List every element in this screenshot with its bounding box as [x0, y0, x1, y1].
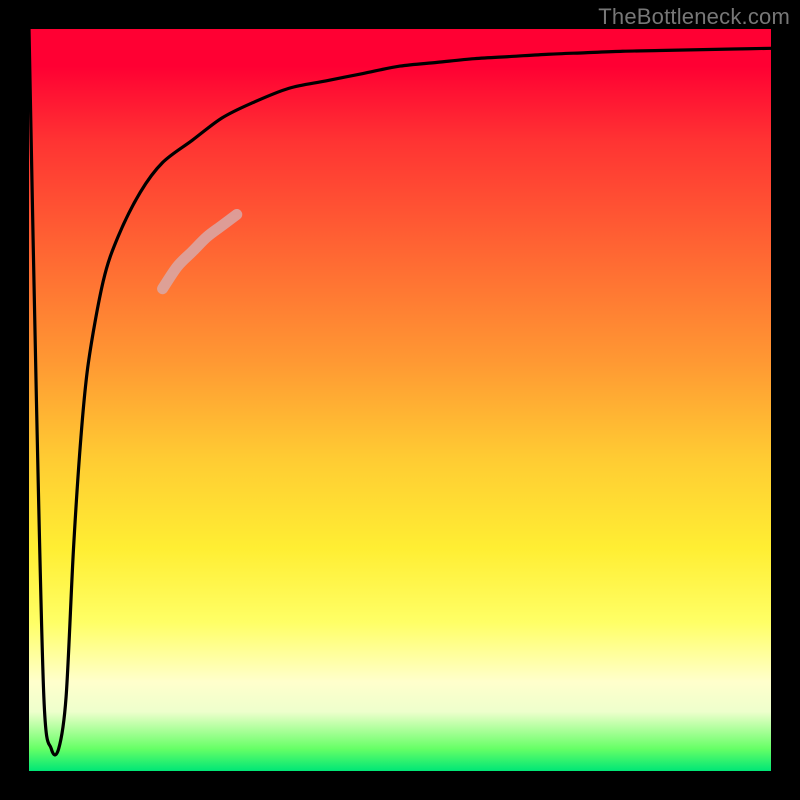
highlight-segment	[163, 215, 237, 289]
chart-container: TheBottleneck.com	[0, 0, 800, 800]
chart-svg	[29, 29, 771, 771]
watermark-text: TheBottleneck.com	[598, 4, 790, 30]
bottleneck-curve	[29, 29, 771, 755]
